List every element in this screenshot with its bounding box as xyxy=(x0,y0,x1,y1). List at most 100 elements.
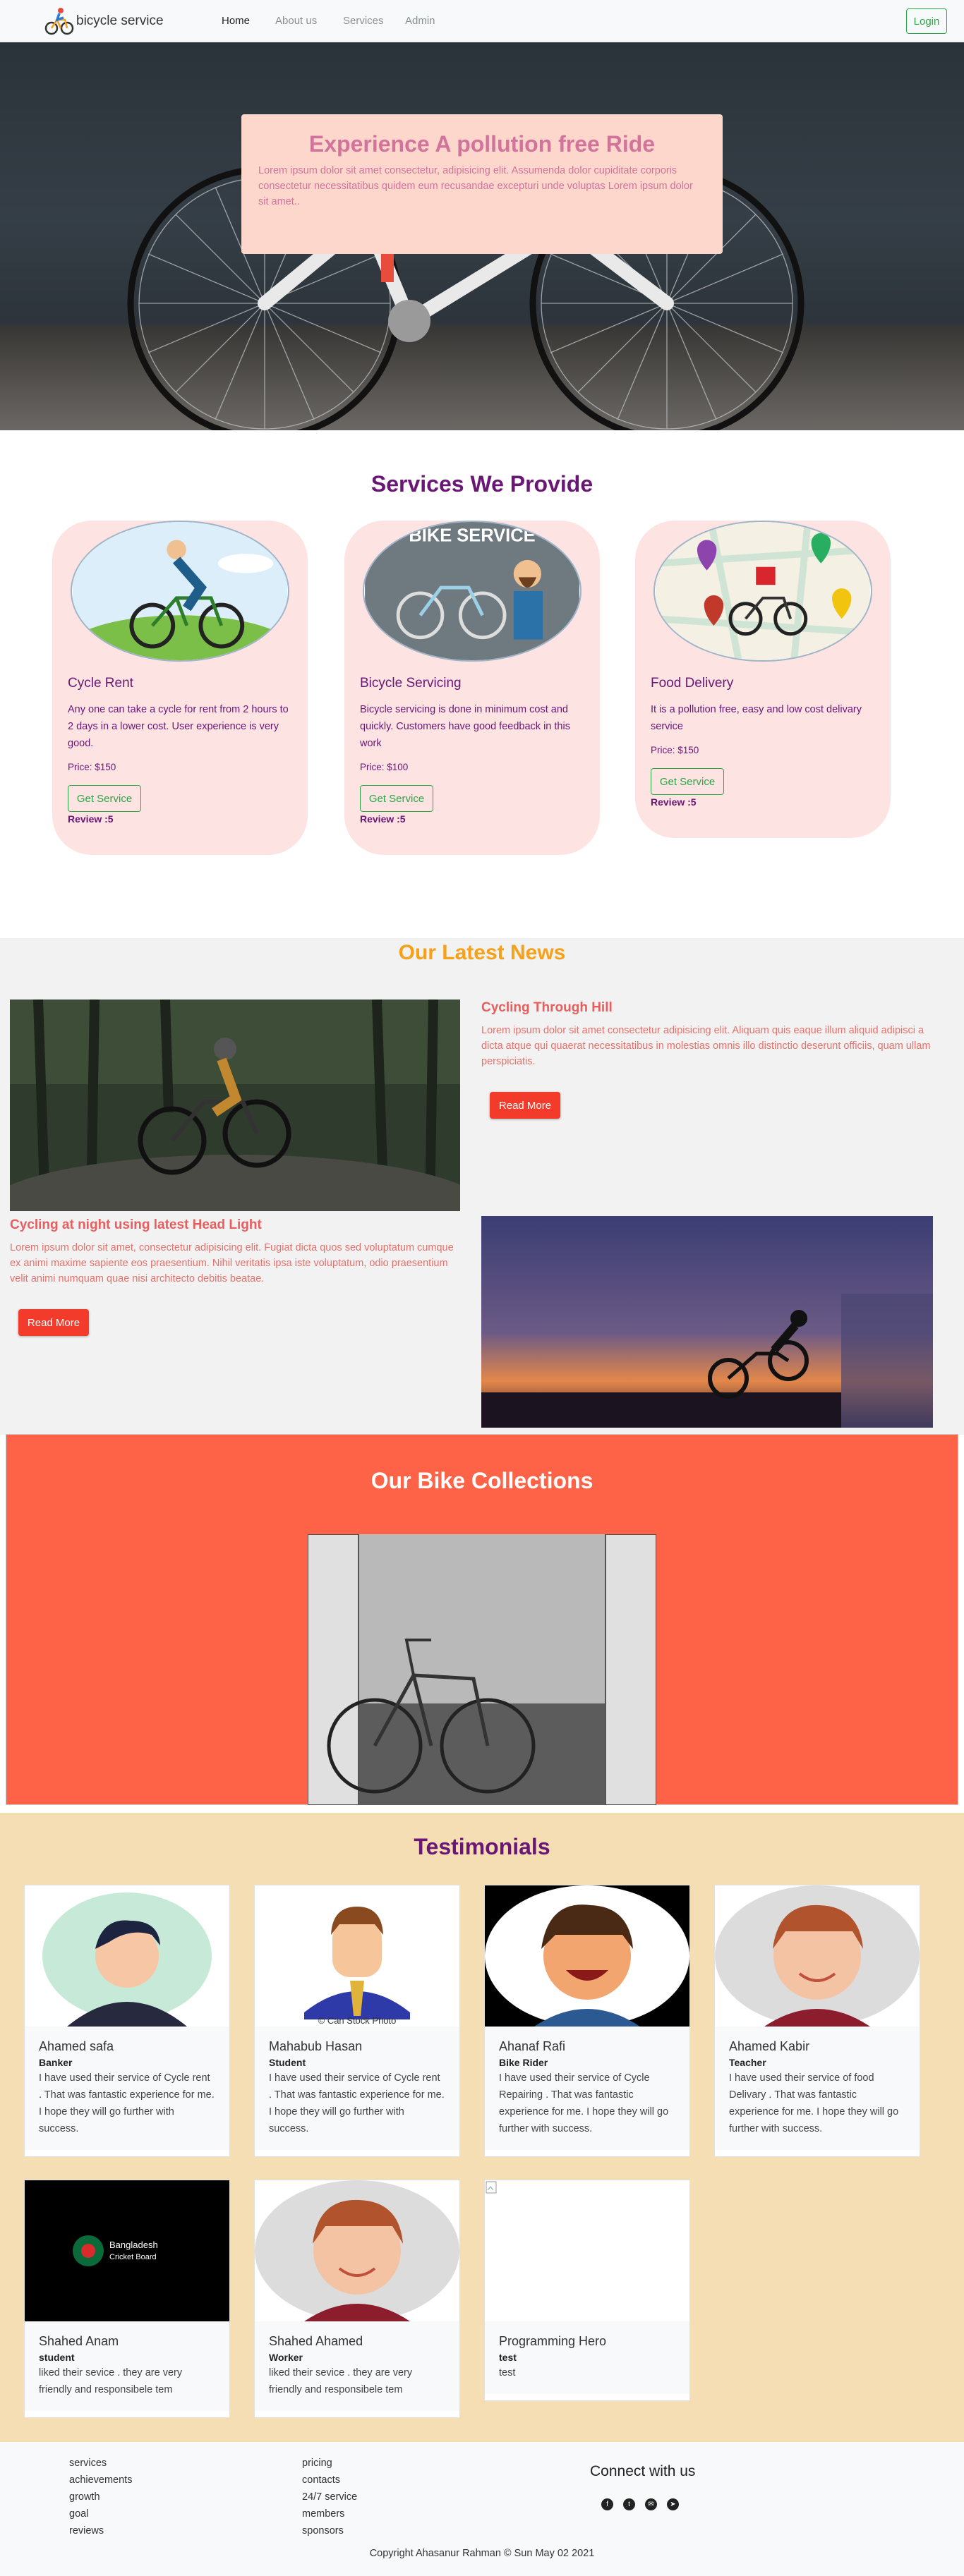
collection-title: Our Bike Collections xyxy=(370,1468,594,1493)
testimonial-text: test xyxy=(499,2367,516,2378)
service-price: Price: $100 xyxy=(360,762,409,772)
nav-admin[interactable]: Admin xyxy=(405,15,435,27)
social-links: f t ✉ ➤ xyxy=(601,2498,679,2510)
testimonial-role: Student xyxy=(269,2057,306,2068)
avatar-image: © Can Stock Photo xyxy=(255,1885,459,2027)
avatar-image xyxy=(25,1885,229,2027)
service-review: Review :5 xyxy=(651,796,697,808)
testimonial-name: Programming Hero xyxy=(499,2334,607,2348)
testimonial-role: test xyxy=(499,2352,517,2363)
testimonial-text: I have used their service of Cycle rent … xyxy=(39,2072,215,2134)
news-heading: Cycling Through Hill xyxy=(481,1000,613,1015)
footer-link[interactable]: reviews xyxy=(69,2522,132,2539)
footer-link[interactable]: sponsors xyxy=(302,2522,357,2539)
bike-service-mechanic-image: BIKE SERVICE xyxy=(363,521,582,662)
nav-about[interactable]: About us xyxy=(275,15,317,27)
news-text: Lorem ipsum dolor sit amet, consectetur … xyxy=(10,1242,454,1284)
testimonial-text: I have used their service of food Deliva… xyxy=(729,2072,899,2134)
footer-links-col2: pricing contacts 24/7 service members sp… xyxy=(302,2455,357,2539)
telegram-icon[interactable]: ➤ xyxy=(667,2498,679,2510)
testimonial-role: Bike Rider xyxy=(499,2057,548,2068)
hero-text: Lorem ipsum dolor sit amet consectetur, … xyxy=(258,165,693,207)
hero-title: Experience A pollution free Ride xyxy=(308,131,656,157)
bcb-text-line1: Bangladesh xyxy=(109,2240,158,2250)
nav-services[interactable]: Services xyxy=(343,15,384,27)
service-name: Bicycle Servicing xyxy=(360,676,462,691)
cyclist-logo-icon xyxy=(44,8,74,35)
nav-home[interactable]: Home xyxy=(222,15,250,27)
broken-image-icon xyxy=(485,2180,689,2321)
footer-link[interactable]: services xyxy=(69,2455,132,2472)
watermark-text: © Can Stock Photo xyxy=(318,2015,397,2026)
service-review: Review :5 xyxy=(360,813,406,825)
testimonial-name: Shahed Ahamed xyxy=(269,2334,363,2348)
service-name: Cycle Rent xyxy=(68,676,133,691)
services-title: Services We Provide xyxy=(370,471,594,497)
testimonial-role: Banker xyxy=(39,2057,73,2068)
login-button[interactable]: Login xyxy=(906,8,947,34)
news-title: Our Latest News xyxy=(398,941,566,964)
footer-links-col1: services achievements growth goal review… xyxy=(69,2455,132,2539)
get-service-button[interactable]: Get Service xyxy=(651,768,724,795)
avatar-image xyxy=(715,1885,920,2027)
footer-link[interactable]: members xyxy=(302,2505,357,2522)
footer-link[interactable]: 24/7 service xyxy=(302,2489,357,2505)
testimonials-title: Testimonials xyxy=(414,1834,550,1859)
copyright-text: Copyright Ahasanur Rahman © Sun May 02 2… xyxy=(369,2548,595,2559)
testimonial-role: Teacher xyxy=(729,2057,766,2068)
service-desc: Any one can take a cycle for rent from 2… xyxy=(68,704,289,749)
twitter-icon[interactable]: t xyxy=(623,2498,635,2510)
testimonial-name: Mahabub Hasan xyxy=(269,2039,363,2053)
service-name: Food Delivery xyxy=(651,676,734,691)
testimonial-name: Shahed Anam xyxy=(39,2334,119,2348)
testimonial-text: I have used their service of Cycle Repai… xyxy=(499,2072,669,2134)
service-price: Price: $150 xyxy=(68,762,116,772)
delivery-map-image xyxy=(653,521,872,662)
testimonial-card: Bangladesh Cricket Board Shahed Anam stu… xyxy=(24,2180,230,2418)
service-card-servicing: BIKE SERVICE Bicycle Servicing Bicycle s… xyxy=(344,521,600,855)
news-text: Lorem ipsum dolor sit amet consectetur a… xyxy=(481,1025,931,1067)
testimonial-card: Ahanaf Rafi Bike Rider I have used their… xyxy=(484,1885,690,2157)
get-service-button[interactable]: Get Service xyxy=(360,785,433,812)
footer-link[interactable]: pricing xyxy=(302,2455,357,2472)
service-desc: It is a pollution free, easy and low cos… xyxy=(651,704,862,732)
news-night-image xyxy=(481,1216,933,1428)
footer-link[interactable]: growth xyxy=(69,2489,132,2505)
bcb-text-line2: Cricket Board xyxy=(109,2253,157,2261)
footer-link[interactable]: achievements xyxy=(69,2472,132,2489)
get-service-button[interactable]: Get Service xyxy=(68,785,141,812)
footer-link[interactable]: goal xyxy=(69,2505,132,2522)
testimonial-role: student xyxy=(39,2352,75,2363)
cyclist-rider-image xyxy=(71,521,289,662)
read-more-button[interactable]: Read More xyxy=(18,1309,89,1336)
facebook-icon[interactable]: f xyxy=(601,2498,613,2510)
testimonial-text: liked their sevice . they are very frien… xyxy=(39,2367,183,2395)
avatar-image xyxy=(255,2180,459,2321)
service-card-rent: Cycle Rent Any one can take a cycle for … xyxy=(52,521,308,855)
testimonial-role: Worker xyxy=(269,2352,303,2363)
service-price: Price: $150 xyxy=(651,745,699,755)
news-hill-image xyxy=(10,1000,460,1211)
testimonial-card: Ahamed Kabir Teacher I have used their s… xyxy=(714,1885,920,2157)
hero-card: Experience A pollution free Ride Lorem i… xyxy=(241,114,723,254)
hero-banner: Experience A pollution free Ride Lorem i… xyxy=(0,42,964,430)
connect-heading: Connect with us xyxy=(590,2463,696,2479)
navbar: bicycle service Home About us Services A… xyxy=(0,0,964,42)
testimonial-card: Shahed Ahamed Worker liked their sevice … xyxy=(254,2180,460,2418)
bike-service-label: BIKE SERVICE xyxy=(409,525,535,545)
service-card-delivery: Food Delivery It is a pollution free, ea… xyxy=(635,521,891,838)
testimonial-name: Ahamed safa xyxy=(39,2039,114,2053)
testimonial-card: Ahamed safa Banker I have used their ser… xyxy=(24,1885,230,2157)
read-more-button[interactable]: Read More xyxy=(490,1092,560,1119)
brand[interactable]: bicycle service xyxy=(44,6,164,37)
bcb-logo-image: Bangladesh Cricket Board xyxy=(25,2180,229,2321)
testimonial-name: Ahamed Kabir xyxy=(729,2039,810,2053)
avatar-image xyxy=(485,1885,689,2027)
testimonial-text: liked their sevice . they are very frien… xyxy=(269,2367,413,2395)
footer-link[interactable]: contacts xyxy=(302,2472,357,2489)
testimonial-text: I have used their service of Cycle rent … xyxy=(269,2072,445,2134)
email-icon[interactable]: ✉ xyxy=(645,2498,657,2510)
service-review: Review :5 xyxy=(68,813,114,825)
brand-name: bicycle service xyxy=(76,13,164,28)
bike-collection-carousel[interactable] xyxy=(308,1534,656,1805)
